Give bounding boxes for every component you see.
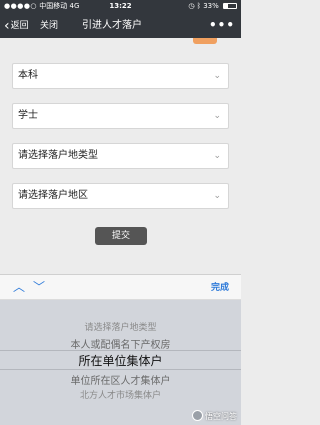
settlement-region-select[interactable]: 请选择落户地区 ⌄ [12,183,229,209]
close-button[interactable]: 关闭 [40,18,58,34]
orange-tab-edge [193,38,217,44]
academic-degree-select-value: 学士 [18,110,38,121]
chevron-down-icon[interactable]: ﹀ [32,280,46,294]
picker-option[interactable]: 请选择落户地类型 [0,320,241,333]
top-bar: ●●●●○ 中国移动 4G 13:22 ◷ ᛒ 33% ‹返回 关闭 引进人才落… [0,0,241,38]
picker-option[interactable]: 本人或配偶名下产权房 [0,336,241,351]
picker-option-selected[interactable]: 所在单位集体户 [0,352,241,369]
settlement-type-select[interactable]: 请选择落户地类型 ⌄ [12,143,229,169]
settlement-region-select-value: 请选择落户地区 [18,190,88,201]
chevron-left-icon: ‹ [4,18,10,34]
degree-select-value: 本科 [18,70,38,81]
more-button[interactable]: ••• [209,18,235,32]
degree-select[interactable]: 本科 ⌄ [12,63,229,89]
chevron-down-icon: ⌄ [213,71,221,81]
page-title: 引进人才落户 [82,20,142,31]
status-right: ◷ ᛒ 33% [188,0,237,13]
nav-bar: ‹返回 关闭 引进人才落户 ••• [0,13,241,38]
done-button[interactable]: 完成 [211,281,229,295]
chevron-down-icon: ⌄ [213,191,221,201]
status-bar: ●●●●○ 中国移动 4G 13:22 ◷ ᛒ 33% [0,0,241,13]
back-label: 返回 [10,21,29,31]
option-picker[interactable]: 请选择落户地类型 本人或配偶名下产权房 所在单位集体户 单位所在区人才集体户 北… [0,300,241,425]
chevron-down-icon: ⌄ [213,111,221,121]
settlement-type-select-value: 请选择落户地类型 [18,150,98,161]
chevron-down-icon: ⌄ [213,151,221,161]
academic-degree-select[interactable]: 学士 ⌄ [12,103,229,129]
picker-option[interactable]: 单位所在区人才集体户 [0,372,241,387]
picker-option[interactable]: 北方人才市场集体户 [0,388,241,401]
alarm-icon: ◷ [188,2,195,10]
selection-line-bottom [0,369,241,370]
battery-icon [223,3,237,9]
submit-button[interactable]: 提交 [95,227,147,245]
battery-percent: 33% [203,2,219,10]
battery-fill [224,4,228,8]
watermark-logo-icon [192,410,203,421]
bluetooth-icon: ᛒ [196,2,201,10]
watermark-text: 悟空问答 [205,412,237,421]
back-button[interactable]: ‹返回 [4,18,29,34]
chevron-up-icon[interactable]: ︿ [12,280,26,294]
picker-toolbar: ︿ ﹀ 完成 [0,274,241,300]
watermark: 悟空问答 [192,410,237,422]
